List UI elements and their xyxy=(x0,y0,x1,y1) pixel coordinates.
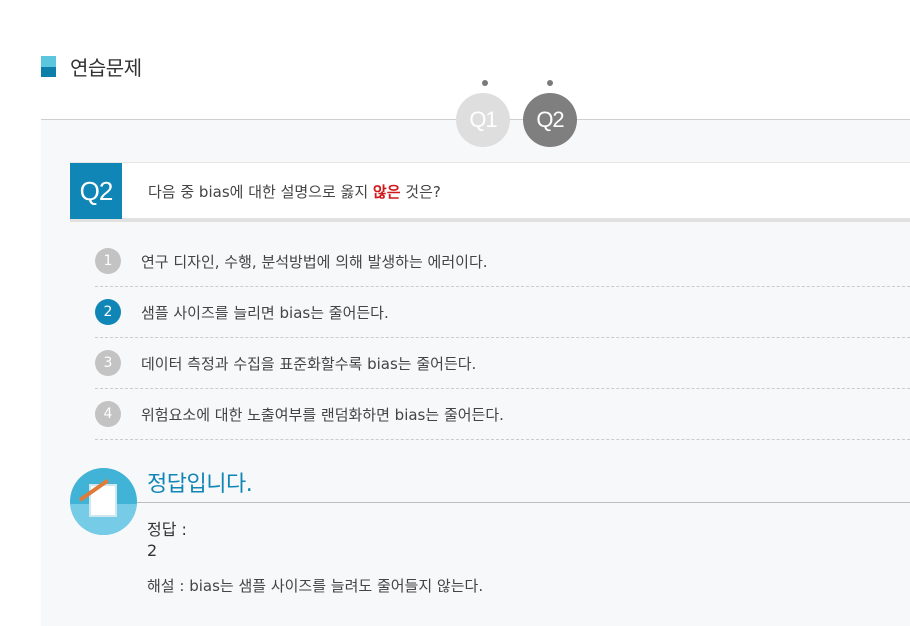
option-text: 데이터 측정과 수집을 표준화할수록 bias는 줄어든다. xyxy=(141,355,477,373)
option-text: 샘플 사이즈를 늘리면 bias는 줄어든다. xyxy=(141,304,389,322)
option-3[interactable]: 3 데이터 측정과 수집을 표준화할수록 bias는 줄어든다. xyxy=(95,338,910,389)
option-number: 3 xyxy=(95,350,121,376)
section-square-icon xyxy=(41,56,56,77)
option-number: 1 xyxy=(95,248,121,274)
question-number: Q2 xyxy=(70,163,122,219)
section-title: 연습문제 xyxy=(70,56,142,80)
answer-explanation: 해설 : bias는 샘플 사이즈를 늘려도 줄어들지 않는다. xyxy=(147,577,484,595)
tab-q1[interactable]: Q1 xyxy=(456,93,510,147)
option-text: 연구 디자인, 수행, 분석방법에 의해 발생하는 에러이다. xyxy=(141,253,488,271)
answer-divider xyxy=(137,502,910,503)
option-text: 위험요소에 대한 노출여부를 랜덤화하면 bias는 줄어든다. xyxy=(141,406,504,424)
question-text: 다음 중 bias에 대한 설명으로 옳지 않은 것은? xyxy=(148,183,441,201)
option-number: 2 xyxy=(95,299,121,325)
answer-note-icon xyxy=(70,468,137,535)
option-2[interactable]: 2 샘플 사이즈를 늘리면 bias는 줄어든다. xyxy=(95,287,910,338)
option-number: 4 xyxy=(95,401,121,427)
tab-q2[interactable]: Q2 xyxy=(523,93,577,147)
option-4[interactable]: 4 위험요소에 대한 노출여부를 랜덤화하면 bias는 줄어든다. xyxy=(95,389,910,440)
answer-label: 정답 : xyxy=(147,520,187,539)
question-emphasis: 않은 xyxy=(372,183,401,201)
option-1[interactable]: 1 연구 디자인, 수행, 분석방법에 의해 발생하는 에러이다. xyxy=(95,236,910,287)
answer-title: 정답입니다. xyxy=(147,472,253,497)
question-box: Q2 다음 중 bias에 대한 설명으로 옳지 않은 것은? xyxy=(70,162,910,222)
answer-value: 2 xyxy=(147,541,158,560)
tab-indicator-dot xyxy=(482,80,488,86)
tab-indicator-dot xyxy=(547,80,553,86)
section-header: 연습문제 xyxy=(41,52,142,81)
